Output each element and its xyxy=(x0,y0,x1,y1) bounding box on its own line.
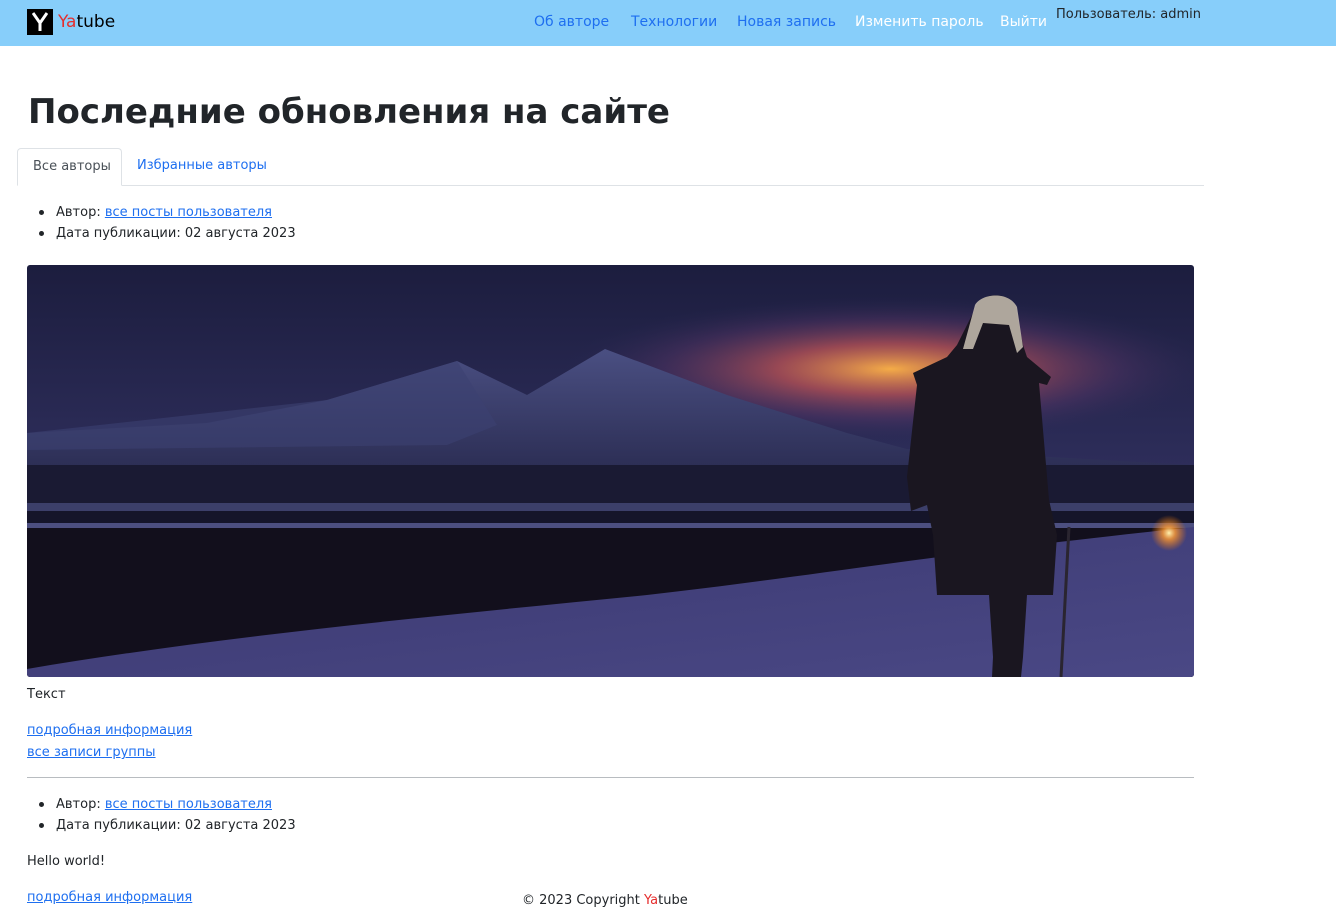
nav-logout[interactable]: Выйти xyxy=(1000,14,1047,30)
post-1-date-value: 02 августа 2023 xyxy=(184,226,296,241)
post-1-author: Автор: все посты пользователя xyxy=(38,202,296,223)
tab-all-authors[interactable]: Все авторы xyxy=(17,148,122,186)
nav-new-post[interactable]: Новая запись xyxy=(737,14,836,30)
post-2-meta: Автор: все посты пользователя Дата публи… xyxy=(38,794,296,836)
post-1-meta: Автор: все посты пользователя Дата публи… xyxy=(38,202,296,244)
post-2-text: Hello world! xyxy=(27,854,106,869)
nav-technologies[interactable]: Технологии xyxy=(631,14,717,30)
post-2-author: Автор: все посты пользователя xyxy=(38,794,296,815)
tab-favorite-authors[interactable]: Избранные авторы xyxy=(122,148,282,186)
page-title: Последние обновления на сайте xyxy=(28,92,670,132)
post-2-date: Дата публикации: 02 августа 2023 xyxy=(38,815,296,836)
nav-about-author[interactable]: Об авторе xyxy=(534,14,609,30)
post-1-date: Дата публикации: 02 августа 2023 xyxy=(38,223,296,244)
current-user: Пользователь: admin xyxy=(1056,7,1201,22)
author-tabs: Все авторы Избранные авторы xyxy=(17,148,1204,186)
post-1-text: Текст xyxy=(27,687,66,702)
post-1-author-link[interactable]: все посты пользователя xyxy=(105,205,272,220)
nav-change-password[interactable]: Изменить пароль xyxy=(855,14,984,30)
post-2-author-link[interactable]: все посты пользователя xyxy=(105,797,272,812)
navbar: Yatube Об авторе Технологии Новая запись… xyxy=(0,0,1336,46)
post-2-date-value: 02 августа 2023 xyxy=(184,818,296,833)
post-1-details-link[interactable]: подробная информация xyxy=(27,723,192,738)
post-1-image xyxy=(27,265,1194,677)
post-2-details-link[interactable]: подробная информация xyxy=(27,890,197,905)
post-1-group-link[interactable]: все записи группы xyxy=(27,745,156,760)
footer-copyright: © 2023 Copyright Yatube xyxy=(522,893,688,908)
post-divider xyxy=(27,777,1194,778)
